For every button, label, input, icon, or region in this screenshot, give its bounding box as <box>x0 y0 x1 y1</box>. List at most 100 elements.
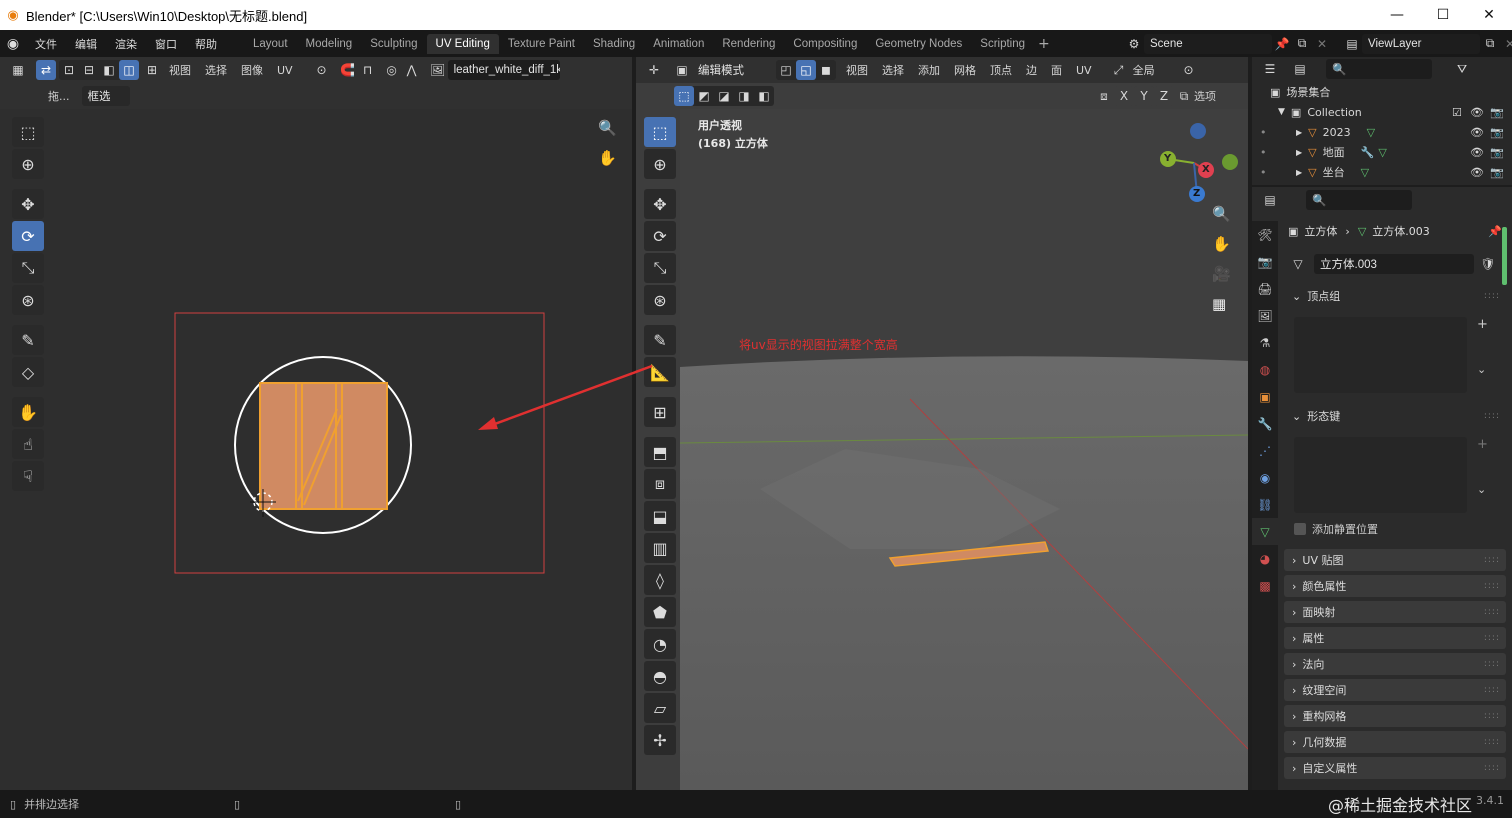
transform-tool-icon[interactable]: ⊛ <box>12 285 44 315</box>
menu-window[interactable]: 窗口 <box>146 36 186 52</box>
knife-tool-icon[interactable]: ◊ <box>644 565 676 595</box>
pan-3d-icon[interactable]: ✋ <box>1212 235 1231 253</box>
select-subtract-icon[interactable]: ◪ <box>714 86 734 106</box>
vertex-select-icon[interactable]: ⊡ <box>59 60 79 80</box>
menu-view[interactable]: 视图 <box>162 62 198 78</box>
zoom-3d-icon[interactable]: 🔍 <box>1212 205 1231 223</box>
select-new-icon[interactable]: ⬚ <box>674 86 694 106</box>
rotate-3d-tool-icon[interactable]: ⟳ <box>644 221 676 251</box>
island-select-icon[interactable]: ◫ <box>119 60 139 80</box>
loop-cut-tool-icon[interactable]: ▥ <box>644 533 676 563</box>
properties-search[interactable]: 🔍 <box>1306 190 1412 210</box>
measure-tool-icon[interactable]: 📐 <box>644 357 676 387</box>
custom-properties-section[interactable]: › 自定义属性:::: <box>1284 757 1506 779</box>
new-viewlayer-icon[interactable]: ⧉ <box>1480 34 1500 54</box>
annotate-3d-tool-icon[interactable]: ✎ <box>644 325 676 355</box>
close-button[interactable]: ✕ <box>1466 0 1512 30</box>
select-invert-icon[interactable]: ◨ <box>734 86 754 106</box>
sync-selection-icon[interactable]: ⇄ <box>36 60 56 80</box>
outliner-type-icon[interactable]: ☰ <box>1260 59 1280 79</box>
viewport-canvas[interactable]: 用户透视 (168) 立方体 将uv显示的视图拉满整个宽高 Y X Z 🔍 ✋ … <box>680 109 1248 790</box>
fake-user-icon[interactable]: 🛡 <box>1478 254 1498 274</box>
shape-key-menu-icon[interactable]: ⌄ <box>1477 483 1486 496</box>
pin-icon[interactable]: 📌 <box>1272 34 1292 54</box>
mesh-datablock-field[interactable]: 立方体.003 <box>1314 254 1474 274</box>
menu-uv-3d[interactable]: UV <box>1069 64 1099 77</box>
menu-view-3d[interactable]: 视图 <box>839 62 875 78</box>
view-layer-tab-icon[interactable]: 🖼 <box>1252 302 1278 329</box>
image-name-field[interactable]: leather_white_diff_1k <box>447 60 560 80</box>
face-mode-icon[interactable]: ◼ <box>816 60 836 80</box>
geometry-data-section[interactable]: › 几何数据:::: <box>1284 731 1506 753</box>
collection-row[interactable]: ▼ ▣ Collection ☑ 👁 📷 <box>1252 102 1512 122</box>
edge-mode-icon[interactable]: ◱ <box>796 60 816 80</box>
vertex-groups-list[interactable] <box>1294 317 1467 393</box>
vertex-group-menu-icon[interactable]: ⌄ <box>1477 363 1486 376</box>
menu-file[interactable]: 文件 <box>26 36 66 52</box>
menu-image[interactable]: 图像 <box>234 62 270 78</box>
world-tab-icon[interactable]: ◍ <box>1252 356 1278 383</box>
visibility-icon[interactable]: 👁 <box>1470 166 1484 179</box>
viewport-type-icon[interactable]: ✛ <box>644 60 664 80</box>
zoom-icon[interactable]: 🔍 <box>598 119 617 137</box>
relax-tool-icon[interactable]: ☝ <box>12 429 44 459</box>
extrude-tool-icon[interactable]: ⬒ <box>644 437 676 467</box>
rip-tool-icon[interactable]: ◇ <box>12 357 44 387</box>
menu-select-3d[interactable]: 选择 <box>875 62 911 78</box>
falloff-icon[interactable]: ⋀ <box>402 60 422 80</box>
select-tool-icon[interactable]: ⬚ <box>644 117 676 147</box>
expand-icon[interactable]: ▶ <box>1296 148 1302 157</box>
maximize-button[interactable]: ☐ <box>1420 0 1466 30</box>
texture-tab-icon[interactable]: ▩ <box>1252 572 1278 599</box>
rotate-tool-icon[interactable]: ⟳ <box>12 221 44 251</box>
viewlayer-icon[interactable]: ▤ <box>1342 34 1362 54</box>
edge-select-icon[interactable]: ⊟ <box>79 60 99 80</box>
render-camera-icon[interactable]: 📷 <box>1490 106 1504 119</box>
scale-tool-icon[interactable]: ⤡ <box>12 253 44 283</box>
add-vertex-group-icon[interactable]: + <box>1477 317 1488 332</box>
camera-icon[interactable]: 🎥 <box>1212 265 1231 283</box>
attributes-section[interactable]: › 属性:::: <box>1284 627 1506 649</box>
ortho-grid-icon[interactable]: ▦ <box>1212 295 1226 313</box>
add-workspace-icon[interactable]: + <box>1038 36 1050 52</box>
uv-maps-section[interactable]: › UV 贴图:::: <box>1284 549 1506 571</box>
outliner-item[interactable]: • ▶ ▽ 2023 ▽ 👁 📷 <box>1252 122 1512 142</box>
menu-help[interactable]: 帮助 <box>186 36 226 52</box>
expand-icon[interactable]: ▼ <box>1278 107 1285 117</box>
select-box-tool-icon[interactable]: ⬚ <box>12 117 44 147</box>
add-shape-key-icon[interactable]: + <box>1477 437 1488 452</box>
render-tab-icon[interactable]: 📷 <box>1252 248 1278 275</box>
transform-orientation[interactable]: 全局 <box>1129 62 1159 78</box>
pivot-icon[interactable]: ⊙ <box>312 60 332 80</box>
shape-keys-header[interactable]: ⌄ 形态键:::: <box>1284 405 1506 427</box>
tab-layout[interactable]: Layout <box>244 34 297 54</box>
tab-compositing[interactable]: Compositing <box>784 34 866 54</box>
vertex-mode-icon[interactable]: ◰ <box>776 60 796 80</box>
display-mode-icon[interactable]: ▤ <box>1290 59 1310 79</box>
mirror-x[interactable]: X <box>1114 86 1134 106</box>
tab-geometry-nodes[interactable]: Geometry Nodes <box>866 34 971 54</box>
visibility-icon[interactable]: 👁 <box>1470 126 1484 139</box>
physics-tab-icon[interactable]: ◉ <box>1252 464 1278 491</box>
menu-select[interactable]: 选择 <box>198 62 234 78</box>
navigation-gizmo[interactable]: Y X Z <box>1150 119 1240 209</box>
scene-tab-icon[interactable]: ⚗ <box>1252 329 1278 356</box>
add-rest-checkbox[interactable] <box>1294 523 1306 535</box>
shrink-fatten-tool-icon[interactable]: ✢ <box>644 725 676 755</box>
pan-hand-icon[interactable]: ✋ <box>598 149 617 167</box>
auto-merge-icon[interactable]: ⧉ <box>1174 86 1194 106</box>
mesh-browse-icon[interactable]: ▽ <box>1288 254 1308 274</box>
menu-vertex[interactable]: 顶点 <box>983 62 1019 78</box>
tab-shading[interactable]: Shading <box>584 34 644 54</box>
spin-tool-icon[interactable]: ◔ <box>644 629 676 659</box>
output-tab-icon[interactable]: 🖨 <box>1252 275 1278 302</box>
tab-animation[interactable]: Animation <box>644 34 713 54</box>
render-camera-icon[interactable]: 📷 <box>1490 146 1504 159</box>
menu-face[interactable]: 面 <box>1044 62 1069 78</box>
outliner-item[interactable]: • ▶ ▽ 坐台 ▽ 👁 📷 <box>1252 162 1512 182</box>
viewlayer-field[interactable]: ViewLayer <box>1362 33 1480 54</box>
menu-edit[interactable]: 编辑 <box>66 36 106 52</box>
new-scene-icon[interactable]: ⧉ <box>1292 34 1312 54</box>
material-tab-icon[interactable]: ◕ <box>1252 545 1278 572</box>
scale-3d-tool-icon[interactable]: ⤡ <box>644 253 676 283</box>
